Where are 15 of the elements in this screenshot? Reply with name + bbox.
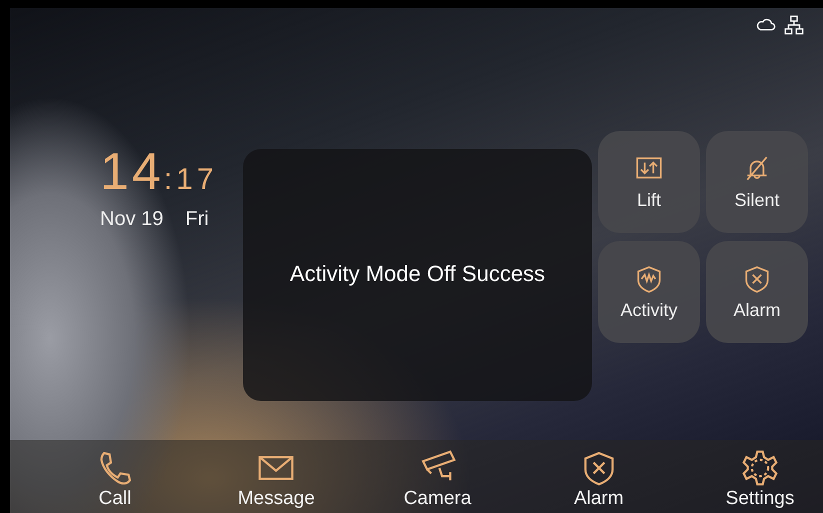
dock-button[interactable]: Alarm [554,449,644,510]
weekday-text: Fri [185,208,209,231]
quick-action-button[interactable]: Silent [706,131,808,233]
date-text: Nov 19 [100,208,164,231]
gear-icon [741,449,779,488]
dock-button[interactable]: Camera [392,449,482,510]
quick-action-button[interactable]: Lift [598,131,700,233]
network-icon [783,14,805,36]
quick-action-button[interactable]: Activity [598,241,700,343]
dock-button[interactable]: Settings [715,449,805,510]
dock-button[interactable]: Message [231,449,322,510]
quick-action-button[interactable]: Alarm [706,241,808,343]
clock-time: 14:17 [100,146,218,198]
dock-button[interactable]: Call [70,449,160,510]
toast-message: Activity Mode Off Success [290,261,546,287]
